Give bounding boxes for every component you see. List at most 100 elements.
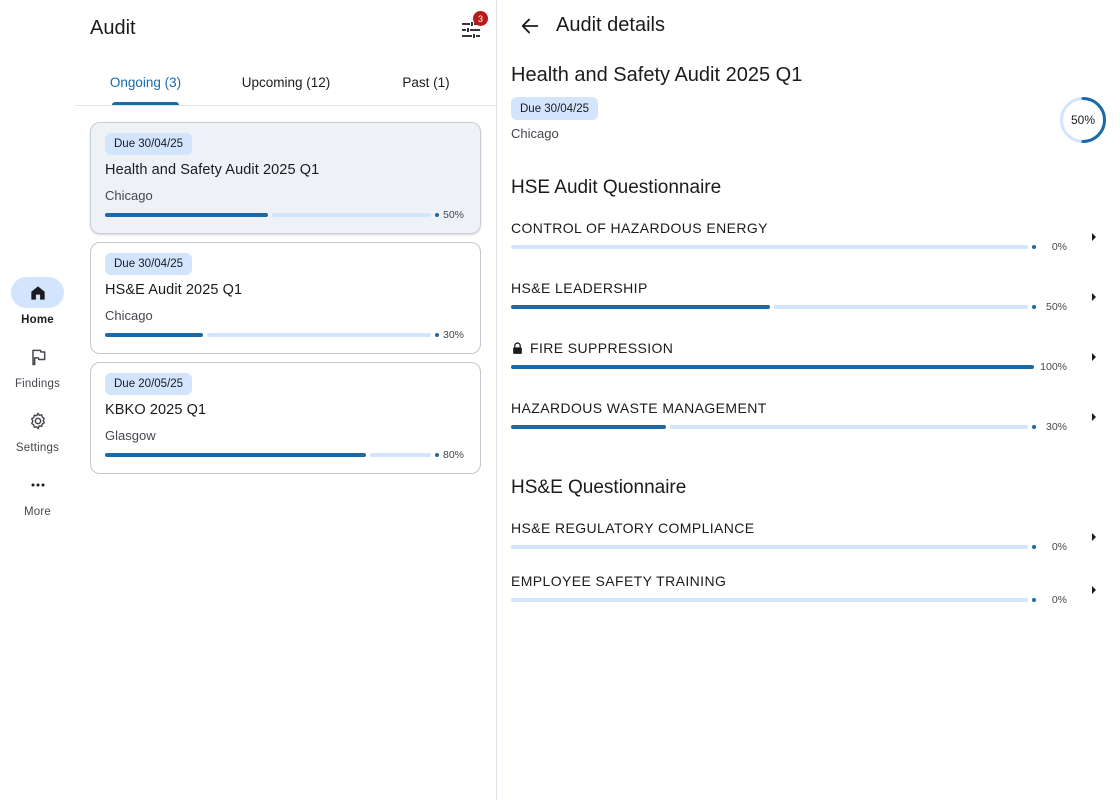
progress-end-dot xyxy=(435,333,439,337)
audit-progress-label: 80% xyxy=(443,449,465,461)
progress-track xyxy=(511,598,1028,602)
questionnaire-progress-label: 100% xyxy=(1040,361,1067,373)
audit-card-location: Glasgow xyxy=(105,428,156,443)
audit-card[interactable]: Due 30/04/25 HS&E Audit 2025 Q1 Chicago … xyxy=(90,242,481,354)
nav-item-findings[interactable]: Findings xyxy=(0,341,75,390)
questionnaire-progress-bar xyxy=(511,425,1036,429)
chevron-right-icon xyxy=(1092,413,1096,421)
nav-settings-indicator xyxy=(11,405,64,436)
questionnaire-item-text: CONTROL OF HAZARDOUS ENERGY xyxy=(511,220,768,236)
nav-item-more[interactable]: More xyxy=(0,469,75,518)
progress-track xyxy=(272,213,431,217)
audit-card[interactable]: Due 20/05/25 KBKO 2025 Q1 Glasgow 80% xyxy=(90,362,481,474)
questionnaire-item-text: HAZARDOUS WASTE MANAGEMENT xyxy=(511,400,767,416)
audit-list-pane: Audit 3 Ongoing (3) Upcoming (12) Past (… xyxy=(75,0,496,800)
audit-progress-bar xyxy=(105,453,439,457)
progress-track xyxy=(511,245,1028,249)
chevron-right-icon xyxy=(1092,586,1096,594)
nav-label-home: Home xyxy=(21,314,54,326)
audit-card-title: HS&E Audit 2025 Q1 xyxy=(105,282,243,298)
questionnaire-progress-label: 30% xyxy=(1045,421,1067,433)
questionnaire-item-label: HS&E REGULATORY COMPLIANCE xyxy=(511,520,755,536)
progress-track xyxy=(207,333,431,337)
audit-progress-bar xyxy=(105,213,439,217)
audit-card-location: Chicago xyxy=(105,188,153,203)
nav-findings-indicator xyxy=(11,341,64,372)
progress-end-dot xyxy=(1032,305,1036,309)
audit-progress-label: 50% xyxy=(443,209,465,221)
progress-end-dot xyxy=(1032,598,1036,602)
progress-track xyxy=(511,545,1028,549)
chevron-right-icon xyxy=(1092,533,1096,541)
audit-detail-pane: Audit details Health and Safety Audit 20… xyxy=(497,0,1120,800)
nav-item-settings[interactable]: Settings xyxy=(0,405,75,454)
progress-fill xyxy=(511,305,770,309)
detail-header-title: Audit details xyxy=(556,14,665,36)
questionnaire-progress-label: 50% xyxy=(1045,301,1067,313)
progress-end-dot xyxy=(435,213,439,217)
flag-icon xyxy=(31,349,45,365)
questionnaire-progress-bar xyxy=(511,245,1036,249)
questionnaire-progress-bar xyxy=(511,365,1036,369)
nav-label-more: More xyxy=(23,506,51,518)
questionnaire-item[interactable]: HAZARDOUS WASTE MANAGEMENT 30% xyxy=(497,400,1120,450)
questionnaire-item-label: FIRE SUPPRESSION xyxy=(511,340,673,356)
active-tab-indicator xyxy=(112,102,179,105)
audit-card[interactable]: Due 30/04/25 Health and Safety Audit 202… xyxy=(90,122,481,234)
navigation-rail: Home Findings Settings More xyxy=(0,0,75,800)
questionnaire-item-label: CONTROL OF HAZARDOUS ENERGY xyxy=(511,220,768,236)
progress-fill xyxy=(511,365,1034,369)
nav-item-home[interactable]: Home xyxy=(0,277,75,326)
progress-end-dot xyxy=(1032,545,1036,549)
nav-label-findings: Findings xyxy=(14,378,61,390)
progress-end-dot xyxy=(1032,425,1036,429)
page-title: Audit xyxy=(90,17,136,39)
due-date-chip: Due 30/04/25 xyxy=(511,97,599,120)
questionnaire-progress-bar xyxy=(511,545,1036,549)
back-arrow-icon[interactable] xyxy=(519,15,541,37)
questionnaire-progress-label: 0% xyxy=(1051,541,1067,553)
progress-track xyxy=(774,305,1028,309)
tab-past[interactable]: Past (1) xyxy=(356,62,496,106)
nav-label-settings: Settings xyxy=(15,442,60,454)
questionnaire-item-text: HS&E LEADERSHIP xyxy=(511,280,648,296)
due-date-chip: Due 30/04/25 xyxy=(105,253,193,275)
questionnaire-item[interactable]: HS&E REGULATORY COMPLIANCE 0% xyxy=(497,520,1120,570)
nav-home-indicator xyxy=(11,277,64,308)
questionnaire-item-text: FIRE SUPPRESSION xyxy=(530,340,674,356)
questionnaire-item[interactable]: FIRE SUPPRESSION 100% xyxy=(497,340,1120,390)
questionnaire-item[interactable]: EMPLOYEE SAFETY TRAINING 0% xyxy=(497,573,1120,623)
progress-end-dot xyxy=(1032,245,1036,249)
progress-track xyxy=(670,425,1028,429)
questionnaire-progress-bar xyxy=(511,305,1036,309)
audit-tabs: Ongoing (3) Upcoming (12) Past (1) xyxy=(75,62,496,106)
progress-fill xyxy=(105,453,366,457)
progress-end-dot xyxy=(435,453,439,457)
nav-more-indicator xyxy=(11,469,64,500)
lock-icon xyxy=(513,342,522,354)
more-horiz-icon xyxy=(31,483,44,486)
audit-card-title: Health and Safety Audit 2025 Q1 xyxy=(105,162,320,178)
chevron-right-icon xyxy=(1092,293,1096,301)
questionnaire-item[interactable]: HS&E LEADERSHIP 50% xyxy=(497,280,1120,330)
progress-track xyxy=(370,453,431,457)
due-date-chip: Due 30/04/25 xyxy=(105,133,193,155)
overall-progress-label: 50% xyxy=(1070,113,1096,127)
audit-progress-label: 30% xyxy=(443,329,465,341)
chevron-right-icon xyxy=(1092,353,1096,361)
audit-progress-bar xyxy=(105,333,439,337)
questionnaire-item-text: HS&E REGULATORY COMPLIANCE xyxy=(511,520,755,536)
audit-card-location: Chicago xyxy=(105,308,153,323)
tab-upcoming[interactable]: Upcoming (12) xyxy=(216,62,356,106)
questionnaire-item[interactable]: CONTROL OF HAZARDOUS ENERGY 0% xyxy=(497,220,1120,270)
questionnaire-item-label: HS&E LEADERSHIP xyxy=(511,280,648,296)
tab-ongoing[interactable]: Ongoing (3) xyxy=(75,62,216,106)
due-date-chip: Due 20/05/25 xyxy=(105,373,193,395)
audit-title: Health and Safety Audit 2025 Q1 xyxy=(511,64,803,86)
audit-card-title: KBKO 2025 Q1 xyxy=(105,402,207,418)
home-icon xyxy=(30,285,45,300)
questionnaire-item-text: EMPLOYEE SAFETY TRAINING xyxy=(511,573,727,589)
progress-fill xyxy=(105,333,203,337)
chevron-right-icon xyxy=(1092,233,1096,241)
section-title: HS&E Questionnaire xyxy=(511,477,687,498)
